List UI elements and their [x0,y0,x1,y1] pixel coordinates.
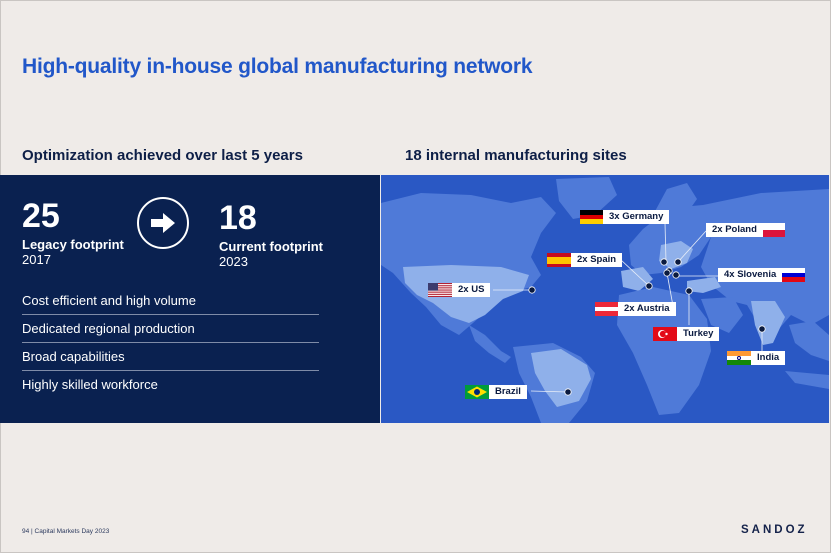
capabilities-list: Cost efficient and high volume Dedicated… [22,287,319,398]
site-label-spain: 2x Spain [571,253,623,267]
site-marker-austria [663,269,671,277]
india-flag-icon [727,351,751,365]
page-footer: 94 | Capital Markets Day 2023 [22,528,110,535]
legacy-number: 25 [22,197,60,235]
site-marker-us [528,286,536,294]
list-item: Cost efficient and high volume [22,287,319,315]
legacy-year: 2017 [22,252,51,267]
site-label-india: India [751,351,786,365]
right-section-heading: 18 internal manufacturing sites [405,147,627,164]
austria-flag-icon [595,302,619,316]
site-marker-germany-1 [660,258,668,266]
site-label-turkey: Turkey [677,327,720,341]
left-section-heading: Optimization achieved over last 5 years [22,147,303,164]
usa-flag-icon [428,283,452,297]
site-marker-spain [645,282,653,290]
legacy-stat: 25 Legacy footprint 2017 [22,199,124,267]
site-label-austria: 2x Austria [618,302,676,316]
footprint-panel: 25 Legacy footprint 2017 18 Current foot… [0,175,380,423]
turkey-flag-icon [653,327,677,341]
page-title: High-quality in-house global manufacturi… [22,55,533,78]
site-label-poland: 2x Poland [706,223,763,237]
brazil-flag-icon [465,385,489,399]
list-item: Highly skilled workforce [22,377,158,392]
legacy-label: Legacy footprint [22,237,124,252]
current-year: 2023 [219,254,248,269]
central-america-landmass [469,325,511,363]
sandoz-logo: SANDOZ [741,524,808,536]
indonesia-landmass [785,371,829,389]
site-marker-india [758,325,766,333]
southeast-asia-landmass [789,321,829,361]
poland-flag-icon [761,223,785,237]
list-item: Broad capabilities [22,343,319,371]
world-map: 3x Germany 2x Poland 2x Spain 4x Sloveni… [381,175,829,423]
site-marker-turkey [685,287,693,295]
site-label-brazil: Brazil [489,385,527,399]
site-marker-brazil [564,388,572,396]
current-number: 18 [219,199,257,237]
list-item: Dedicated regional production [22,315,319,343]
current-label: Current footprint [219,239,323,254]
slovenia-flag-icon [781,268,805,282]
site-marker-slovenia [672,271,680,279]
site-label-slovenia: 4x Slovenia [718,268,783,282]
germany-flag-icon [580,210,604,224]
site-label-germany: 3x Germany [603,210,670,224]
site-marker-poland [674,258,682,266]
current-stat: 18 Current footprint 2023 [219,201,323,269]
site-label-us: 2x US [452,283,491,297]
arrow-right-icon [137,197,189,249]
spain-flag-icon [547,253,571,267]
